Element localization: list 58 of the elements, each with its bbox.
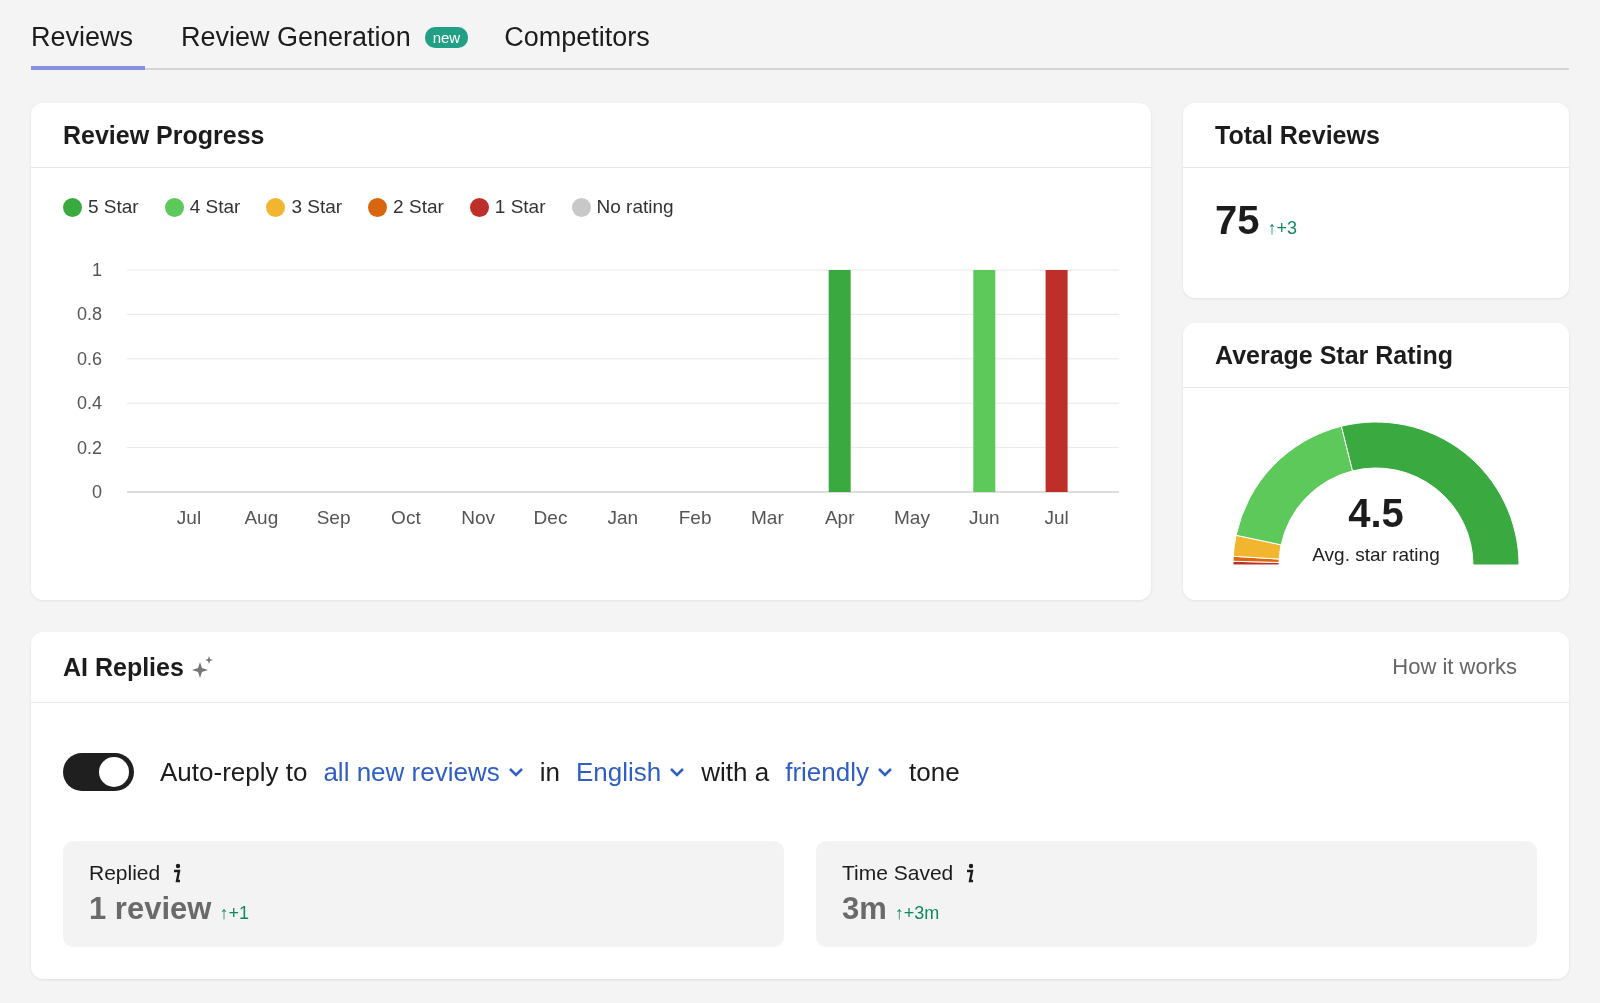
legend-label: 3 Star <box>291 196 343 218</box>
sentence-text: Auto-reply to <box>160 756 308 788</box>
option-dropdown[interactable]: friendly <box>785 756 893 788</box>
axis-label: 0.8 <box>76 304 102 325</box>
card-title: Total Reviews <box>1215 120 1380 150</box>
axis-label: May <box>894 507 930 528</box>
axis-label: 0.6 <box>76 348 102 369</box>
sentence-text: in <box>539 756 560 788</box>
axis-label: 0.2 <box>76 437 102 458</box>
stat-value: 1 review <box>89 891 212 927</box>
axis-label: Mar <box>751 507 784 528</box>
info-icon[interactable] <box>965 863 976 883</box>
axis-label: 0.4 <box>76 393 102 414</box>
axis-label: 1 <box>92 260 102 280</box>
auto-reply-toggle[interactable] <box>63 753 134 791</box>
sentence-text: tone <box>909 756 960 788</box>
axis-label: Aug <box>244 507 279 528</box>
legend-label: 4 Star <box>189 196 241 218</box>
total-value: 75 <box>1215 198 1260 243</box>
tab[interactable]: Review Generation new <box>181 0 469 70</box>
stat-label: Time Saved <box>842 861 954 885</box>
info-icon[interactable] <box>172 863 183 883</box>
axis-label: Apr <box>824 507 855 528</box>
tab[interactable]: Reviews <box>31 0 146 70</box>
rating-value: 4.5 <box>1347 491 1405 536</box>
tab[interactable]: Competitors <box>504 0 650 70</box>
legend-label: 2 Star <box>393 196 444 218</box>
axis-label: Jan <box>607 507 639 528</box>
delta-text: ↑+1 <box>219 903 249 924</box>
delta-text: ↑+3 <box>1267 218 1298 239</box>
axis-label: Feb <box>678 507 712 528</box>
rating-caption: Avg. star rating <box>1311 544 1441 566</box>
delta-text: ↑+3m <box>894 903 940 924</box>
legend-label: No rating <box>596 196 674 218</box>
sentence-text: with a <box>701 756 770 788</box>
legend-label: 5 Star <box>88 196 139 218</box>
legend-label: 1 Star <box>494 196 546 218</box>
axis-label: Jun <box>969 507 1000 528</box>
stat-label: Replied <box>89 861 161 885</box>
chevron-down-icon <box>877 767 893 777</box>
option-dropdown[interactable]: all new reviews <box>323 756 524 788</box>
how-it-works-link[interactable]: How it works <box>1392 654 1517 680</box>
new-badge: new <box>424 26 469 48</box>
stat-value: 3m <box>842 891 887 927</box>
chevron-down-icon <box>507 767 524 777</box>
card-title: AI Replies <box>63 652 184 682</box>
card-title: Average Star Rating <box>1215 340 1454 370</box>
card-title: Review Progress <box>63 120 265 150</box>
sparkle-icon <box>191 656 214 678</box>
axis-label: Jul <box>1044 507 1069 528</box>
axis-label: Jul <box>176 507 202 528</box>
axis-label: Sep <box>316 507 351 528</box>
axis-label: Oct <box>391 507 421 528</box>
axis-label: 0 <box>92 482 102 502</box>
axis-label: Dec <box>533 507 568 528</box>
option-dropdown[interactable]: English <box>575 756 686 788</box>
chevron-down-icon <box>669 767 686 777</box>
axis-label: Nov <box>461 507 496 528</box>
